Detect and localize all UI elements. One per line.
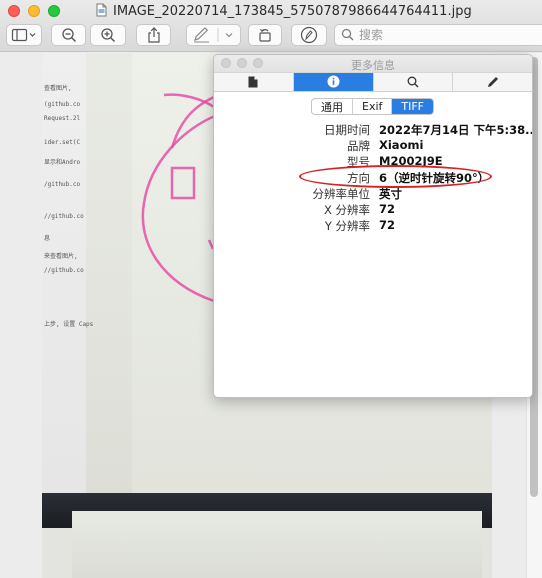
markup-pen-button[interactable] (186, 24, 241, 46)
inspector-tab-bar (214, 72, 532, 92)
metadata-segmented-control: 通用 Exif TIFF (311, 98, 435, 115)
search-input[interactable] (359, 28, 529, 42)
inspector-title: 更多信息 (351, 59, 395, 72)
property-key: 方向 (347, 171, 370, 185)
property-row-datetime: 日期时间 2022年7月14日 下午5:38... (214, 122, 532, 138)
segment-exif[interactable]: Exif (353, 99, 393, 114)
property-row-x-resolution: X 分辨率 72 (214, 202, 532, 218)
pen-icon (192, 27, 236, 43)
segment-general[interactable]: 通用 (312, 99, 353, 114)
tab-search-info[interactable] (374, 73, 454, 91)
rotate-button[interactable] (248, 24, 282, 46)
property-row-make: 品牌 Xiaomi (214, 138, 532, 154)
inspector-titlebar: 更多信息 (214, 55, 532, 72)
property-row-orientation: 方向 6（逆时针旋转90°） (214, 170, 532, 186)
magnifier-icon (407, 73, 419, 92)
close-window-button[interactable] (8, 5, 20, 17)
property-value: 6（逆时针旋转90°） (379, 171, 490, 185)
property-value: 72 (379, 202, 396, 216)
zoom-window-button[interactable] (48, 5, 60, 17)
zoom-out-icon (61, 27, 77, 43)
property-value: 72 (379, 218, 396, 232)
property-key: 品牌 (347, 139, 370, 153)
document-icon (248, 73, 258, 92)
property-key: 分辨率单位 (312, 187, 371, 201)
pencil-icon (487, 73, 499, 92)
rotate-icon (257, 27, 273, 43)
property-value: 2022年7月14日 下午5:38... (379, 123, 533, 137)
more-info-inspector: 更多信息 通用 Exif TIFF 日期时间 2022年7月14日 下午5:38… (213, 54, 533, 398)
segment-tiff[interactable]: TIFF (392, 99, 434, 114)
markup-circle-pen-icon (300, 26, 318, 44)
sidebar-toggle-button[interactable] (6, 24, 42, 46)
property-key: X 分辨率 (323, 203, 370, 217)
zoom-out-button[interactable] (51, 24, 86, 46)
share-icon (147, 27, 161, 43)
search-icon (341, 26, 354, 45)
minimize-window-button[interactable] (28, 5, 40, 17)
share-button[interactable] (136, 24, 171, 46)
property-key: Y 分辨率 (324, 219, 370, 233)
tab-general-info[interactable] (214, 73, 294, 91)
tab-more-info[interactable] (293, 73, 374, 92)
zoom-in-icon (100, 27, 116, 43)
document-icon (96, 2, 107, 21)
markup-toolbar-button[interactable] (291, 24, 327, 46)
document-title: IMAGE_20220714_173845_575078798664476441… (113, 3, 472, 19)
sidebar-icon (11, 28, 37, 42)
window-toolbar: IMAGE_20220714_173845_575078798664476441… (0, 0, 542, 52)
property-value: 英寸 (379, 187, 402, 201)
tab-annotations[interactable] (453, 73, 532, 91)
property-row-y-resolution: Y 分辨率 72 (214, 218, 532, 234)
property-key: 日期时间 (324, 123, 370, 137)
preview-window: IMAGE_20220714_173845_575078798664476441… (0, 0, 542, 578)
property-row-resolution-unit: 分辨率单位 英寸 (214, 186, 532, 202)
property-key: 型号 (347, 155, 370, 169)
info-icon (327, 73, 340, 92)
zoom-in-button[interactable] (90, 24, 126, 46)
search-field[interactable] (334, 24, 542, 46)
document-title-area: IMAGE_20220714_173845_575078798664476441… (96, 2, 472, 20)
property-value: Xiaomi (379, 138, 424, 152)
property-row-model: 型号 M2002J9E (214, 154, 532, 170)
property-value: M2002J9E (379, 154, 443, 168)
